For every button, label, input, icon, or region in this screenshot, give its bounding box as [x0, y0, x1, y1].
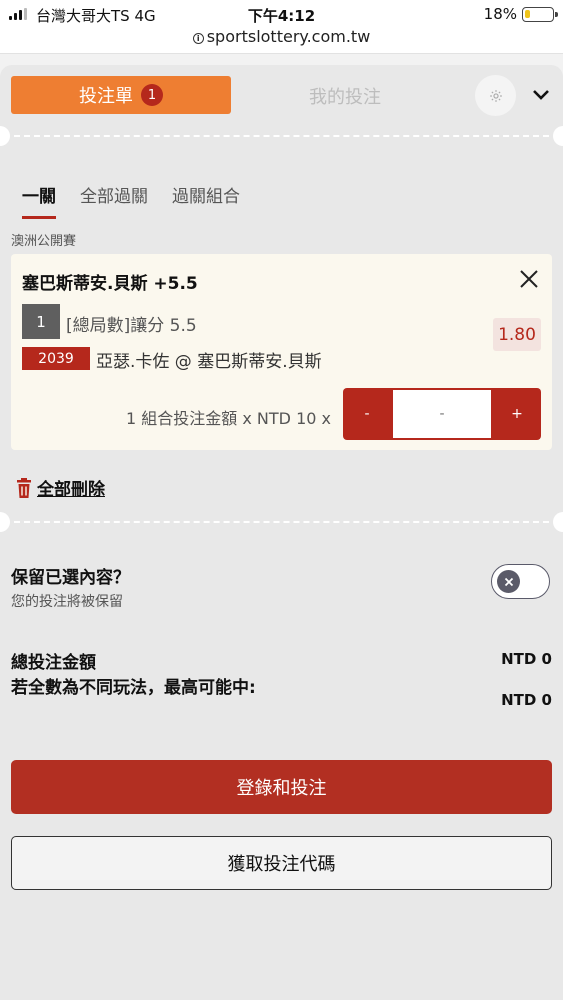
stake-label: 1 組合投注金額 x NTD 10 x: [126, 409, 331, 428]
login-and-bet-button[interactable]: 登錄和投注: [11, 760, 552, 814]
selection-title: 塞巴斯蒂安.貝斯 +5.5: [22, 274, 198, 294]
collapse-button[interactable]: [530, 84, 552, 106]
bet-slip-tab-label: 投注單: [79, 86, 133, 107]
close-icon: [504, 577, 513, 586]
odds-badge: 1.80: [493, 318, 541, 351]
divider: [0, 512, 563, 532]
chevron-down-icon: [533, 90, 549, 100]
event-name: 亞瑟.卡佐 @ 塞巴斯蒂安.貝斯: [96, 352, 322, 372]
trash-icon: [17, 477, 31, 498]
bet-type-tabs: 一關 全部過關 過關組合: [22, 182, 264, 219]
delete-all-label: 全部刪除: [37, 480, 105, 500]
battery-percent: 18%: [483, 5, 517, 23]
divider: [0, 126, 563, 146]
keep-selection-toggle[interactable]: [491, 564, 550, 599]
max-win-value: NTD 0: [501, 691, 552, 709]
total-stake-value: NTD 0: [501, 650, 552, 668]
tab-parlay-combo[interactable]: 過關組合: [172, 182, 240, 219]
keep-selection-subtitle: 您的投注將被保留: [11, 594, 123, 610]
stake-input[interactable]: [393, 390, 491, 438]
settings-button[interactable]: [475, 75, 516, 116]
league-name: 澳洲公開賽: [11, 234, 77, 249]
get-bet-code-button[interactable]: 獲取投注代碼: [11, 836, 552, 890]
clock: 下午4:12: [247, 7, 316, 25]
gear-icon: [489, 89, 502, 102]
toggle-knob: [497, 570, 520, 593]
stake-increase-button[interactable]: +: [493, 388, 541, 440]
tab-bet-slip[interactable]: 投注單 1: [11, 76, 231, 114]
info-icon: i: [192, 33, 204, 44]
leg-number: 1: [22, 304, 60, 339]
close-icon[interactable]: [518, 268, 540, 290]
tab-my-bets[interactable]: 我的投注: [245, 83, 445, 109]
status-bar: 台灣大哥大TS 4G 下午4:12 18% i sportslottery.com…: [0, 0, 563, 54]
battery-icon: [522, 7, 558, 22]
address-bar[interactable]: i sportslottery.com.tw: [0, 27, 563, 46]
bet-slip-panel: 投注單 1 我的投注 一關 全部過關 過關組合 澳洲公開賽 塞巴斯蒂安.貝斯 +…: [0, 65, 563, 1000]
stake-stepper: - +: [343, 388, 541, 440]
tab-single[interactable]: 一關: [22, 182, 56, 219]
bet-count-badge: 1: [141, 84, 163, 106]
market-label: [總局數]讓分 5.5: [66, 316, 197, 336]
bet-card: 塞巴斯蒂安.貝斯 +5.5 1 [總局數]讓分 5.5 1.80 2039 亞瑟…: [11, 254, 552, 450]
max-win-label: 若全數為不同玩法，最高可能中:: [11, 678, 256, 698]
url-text: sportslottery.com.tw: [206, 27, 371, 46]
tab-all-parlay[interactable]: 全部過關: [80, 182, 148, 219]
delete-all-link[interactable]: 全部刪除: [15, 475, 105, 500]
total-stake-label: 總投注金額: [11, 653, 96, 673]
keep-selection-title: 保留已選內容？: [11, 568, 130, 588]
game-code: 2039: [22, 347, 90, 370]
stake-decrease-button[interactable]: -: [343, 388, 391, 440]
